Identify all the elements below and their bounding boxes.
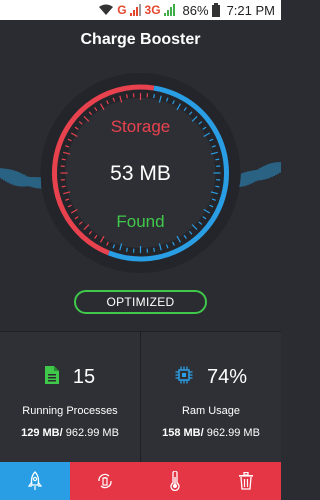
document-icon — [44, 366, 59, 389]
stats-panel: 15 Running Processes 129 MB/ 962.99 MB 7… — [0, 331, 281, 462]
signal-icon-2 — [163, 4, 176, 16]
network-type-3g: 3G — [144, 3, 161, 17]
process-memory-used: 129 MB/ — [21, 427, 63, 439]
status-bar: G 3G 86% 7:21 PM — [0, 0, 281, 20]
process-label: Running Processes — [22, 405, 118, 417]
ram-memory-total: 962.99 MB — [203, 427, 260, 439]
gauge-label-storage: Storage — [110, 117, 171, 136]
process-count: 15 — [72, 366, 96, 388]
nav-boost[interactable] — [0, 462, 70, 500]
thermometer-icon — [169, 471, 181, 491]
gauge-value: 53 MB — [110, 162, 171, 185]
ram-percent: 74% — [206, 366, 248, 388]
ram-memory-used: 158 MB/ — [162, 427, 204, 439]
clock: 7:21 PM — [226, 2, 275, 18]
running-processes-card: 15 Running Processes 129 MB/ 962.99 MB — [0, 332, 141, 462]
process-memory: 129 MB/ 962.99 MB — [0, 427, 140, 439]
nav-battery[interactable] — [70, 462, 140, 500]
gauge-label-found: Found — [116, 212, 165, 231]
bottom-nav — [0, 462, 281, 500]
signal-icon — [129, 4, 142, 16]
ram-memory: 158 MB/ 962.99 MB — [141, 427, 281, 439]
battery-icon — [211, 3, 220, 17]
battery-percent: 86% — [182, 2, 209, 18]
chip-icon — [175, 366, 193, 389]
ram-label: Ram Usage — [181, 405, 241, 417]
process-memory-total: 962.99 MB — [62, 427, 119, 439]
ram-usage-card: 74% Ram Usage 158 MB/ 962.99 MB — [141, 332, 281, 462]
nav-temperature[interactable] — [140, 462, 210, 500]
nav-cleaner[interactable] — [211, 462, 281, 500]
battery-cycle-icon — [95, 471, 115, 491]
optimized-button[interactable]: OPTIMIZED — [74, 290, 207, 314]
trash-icon — [238, 472, 254, 490]
app-title: Charge Booster — [80, 31, 201, 48]
network-type-g: G — [117, 3, 127, 17]
wifi-icon — [98, 4, 114, 16]
rocket-icon — [27, 471, 43, 491]
